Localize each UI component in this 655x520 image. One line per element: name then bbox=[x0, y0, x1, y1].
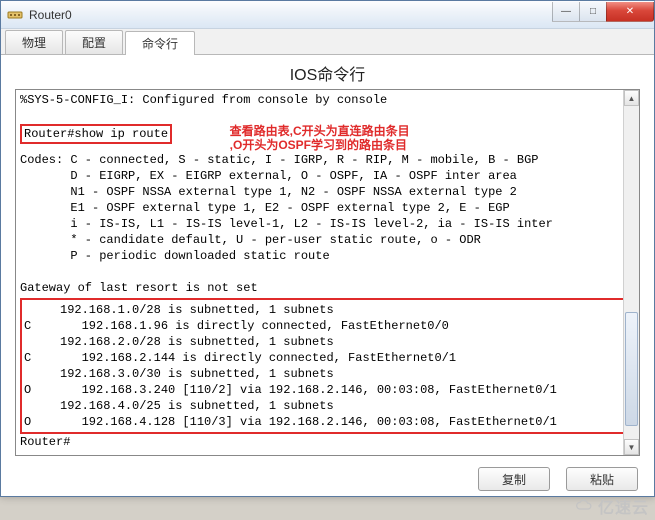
route-line: 192.168.2.0/28 is subnetted, 1 subnets bbox=[24, 335, 334, 349]
paste-button[interactable]: 粘贴 bbox=[566, 467, 638, 491]
window-controls: — □ ✕ bbox=[553, 2, 654, 22]
scroll-track[interactable] bbox=[624, 106, 639, 439]
close-button[interactable]: ✕ bbox=[606, 2, 654, 22]
tab-physical[interactable]: 物理 bbox=[5, 30, 63, 54]
scroll-down-button[interactable]: ▼ bbox=[624, 439, 639, 455]
codes-line: E1 - OSPF external type 1, E2 - OSPF ext… bbox=[20, 201, 510, 215]
page-title: IOS命令行 bbox=[1, 55, 654, 89]
maximize-button[interactable]: □ bbox=[579, 2, 607, 22]
router-icon bbox=[7, 7, 23, 23]
copy-button[interactable]: 复制 bbox=[478, 467, 550, 491]
codes-line: i - IS-IS, L1 - IS-IS level-1, L2 - IS-I… bbox=[20, 217, 553, 231]
cli-command-highlight: Router#show ip route bbox=[20, 124, 172, 144]
cli-prompt: Router# bbox=[24, 127, 74, 141]
route-line: C 192.168.1.96 is directly connected, Fa… bbox=[24, 319, 449, 333]
titlebar: Router0 — □ ✕ bbox=[1, 1, 654, 29]
route-line: 192.168.4.0/25 is subnetted, 1 subnets bbox=[24, 399, 334, 413]
route-line: 192.168.1.0/28 is subnetted, 1 subnets bbox=[24, 303, 334, 317]
terminal-container: %SYS-5-CONFIG_I: Configured from console… bbox=[15, 89, 640, 456]
codes-line: * - candidate default, U - per-user stat… bbox=[20, 233, 481, 247]
tab-bar: 物理 配置 命令行 bbox=[1, 29, 654, 55]
codes-line: P - periodic downloaded static route bbox=[20, 249, 330, 263]
terminal-scrollbar[interactable]: ▲ ▼ bbox=[623, 90, 639, 455]
watermark-text: 亿速云 bbox=[598, 494, 649, 518]
scroll-thumb[interactable] bbox=[625, 312, 638, 425]
minimize-button[interactable]: — bbox=[552, 2, 580, 22]
tab-cli[interactable]: 命令行 bbox=[125, 31, 195, 55]
scroll-up-button[interactable]: ▲ bbox=[624, 90, 639, 106]
watermark: 亿速云 bbox=[575, 494, 649, 518]
cli-command: show ip route bbox=[74, 127, 168, 141]
cli-prompt: Router# bbox=[20, 435, 70, 449]
tab-config[interactable]: 配置 bbox=[65, 30, 123, 54]
window-title: Router0 bbox=[29, 8, 553, 22]
annotation-text: 查看路由表,C开头为直连路由条目 ,O开头为OSPF学习到的路由条目 bbox=[230, 124, 410, 152]
route-line: O 192.168.4.128 [110/3] via 192.168.2.14… bbox=[24, 415, 557, 429]
cloud-icon bbox=[575, 499, 595, 513]
cli-terminal[interactable]: %SYS-5-CONFIG_I: Configured from console… bbox=[16, 90, 639, 455]
codes-line: D - EIGRP, EX - EIGRP external, O - OSPF… bbox=[20, 169, 517, 183]
cli-line: %SYS-5-CONFIG_I: Configured from console… bbox=[20, 93, 387, 107]
route-line: O 192.168.3.240 [110/2] via 192.168.2.14… bbox=[24, 383, 557, 397]
route-line: 192.168.3.0/30 is subnetted, 1 subnets bbox=[24, 367, 334, 381]
bottom-toolbar: 复制 粘贴 bbox=[1, 462, 654, 496]
gateway-line: Gateway of last resort is not set bbox=[20, 281, 258, 295]
codes-line: Codes: C - connected, S - static, I - IG… bbox=[20, 153, 538, 167]
route-line: C 192.168.2.144 is directly connected, F… bbox=[24, 351, 456, 365]
codes-line: N1 - OSPF NSSA external type 1, N2 - OSP… bbox=[20, 185, 517, 199]
app-window: Router0 — □ ✕ 物理 配置 命令行 IOS命令行 %SYS-5-CO… bbox=[0, 0, 655, 497]
route-table-highlight: 192.168.1.0/28 is subnetted, 1 subnets C… bbox=[20, 298, 635, 434]
